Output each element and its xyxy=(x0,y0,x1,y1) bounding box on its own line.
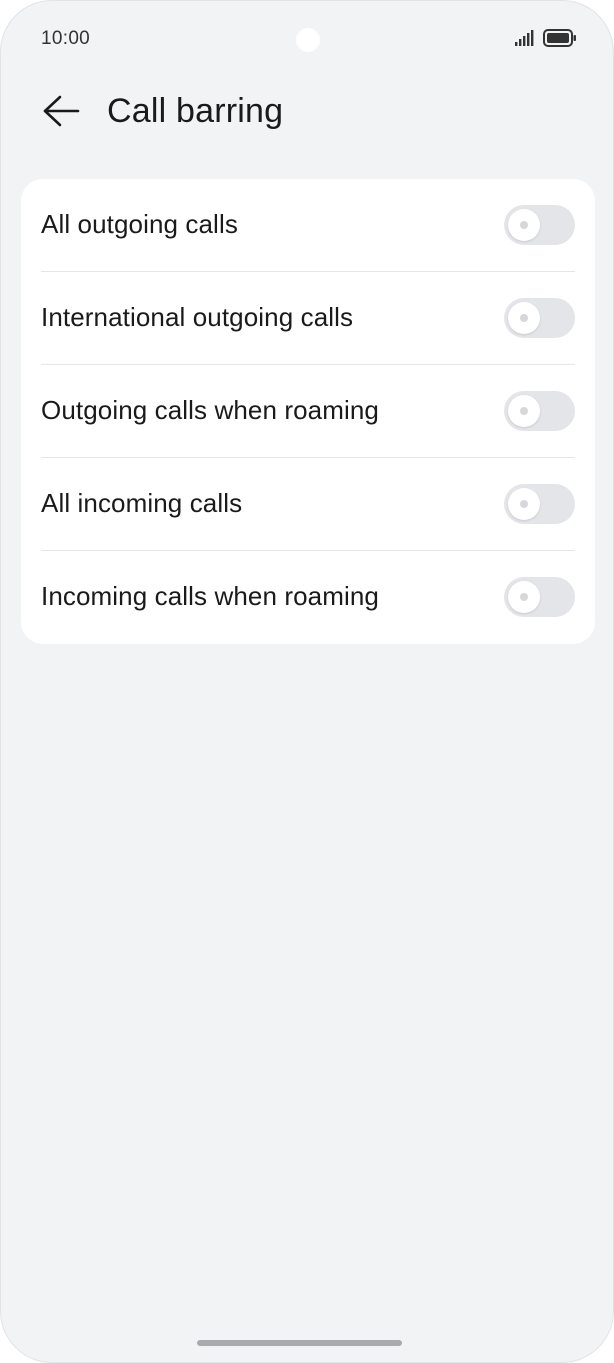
toggle-knob xyxy=(508,395,540,427)
front-camera-cutout xyxy=(296,28,320,52)
phone-screen: 10:00 Call barring All outgoing calls In… xyxy=(0,0,614,1363)
home-indicator[interactable] xyxy=(197,1340,402,1346)
battery-full-icon xyxy=(543,29,577,52)
back-button[interactable] xyxy=(37,93,85,133)
international-outgoing-calls-toggle[interactable] xyxy=(504,298,575,338)
setting-row-international-outgoing-calls[interactable]: International outgoing calls xyxy=(21,272,595,365)
app-header: Call barring xyxy=(1,81,613,145)
toggle-knob xyxy=(508,302,540,334)
settings-card: All outgoing calls International outgoin… xyxy=(21,179,595,644)
setting-row-all-outgoing-calls[interactable]: All outgoing calls xyxy=(21,179,595,272)
toggle-knob xyxy=(508,209,540,241)
setting-label: Outgoing calls when roaming xyxy=(41,395,379,425)
setting-label: All incoming calls xyxy=(41,488,243,518)
setting-label: Incoming calls when roaming xyxy=(41,581,379,611)
setting-row-outgoing-calls-when-roaming[interactable]: Outgoing calls when roaming xyxy=(21,365,595,458)
status-bar: 10:00 xyxy=(1,1,613,77)
back-arrow-icon xyxy=(42,95,80,132)
incoming-calls-when-roaming-toggle[interactable] xyxy=(504,577,575,617)
toggle-knob xyxy=(508,581,540,613)
all-incoming-calls-toggle[interactable] xyxy=(504,484,575,524)
all-outgoing-calls-toggle[interactable] xyxy=(504,205,575,245)
status-time: 10:00 xyxy=(41,28,91,49)
page-title: Call barring xyxy=(107,92,284,130)
toggle-knob xyxy=(508,488,540,520)
outgoing-calls-when-roaming-toggle[interactable] xyxy=(504,391,575,431)
setting-row-incoming-calls-when-roaming[interactable]: Incoming calls when roaming xyxy=(21,551,595,644)
cellular-signal-icon xyxy=(515,30,535,51)
status-icons xyxy=(515,29,577,52)
setting-row-all-incoming-calls[interactable]: All incoming calls xyxy=(21,458,595,551)
setting-label: All outgoing calls xyxy=(41,209,238,239)
setting-label: International outgoing calls xyxy=(41,302,354,332)
